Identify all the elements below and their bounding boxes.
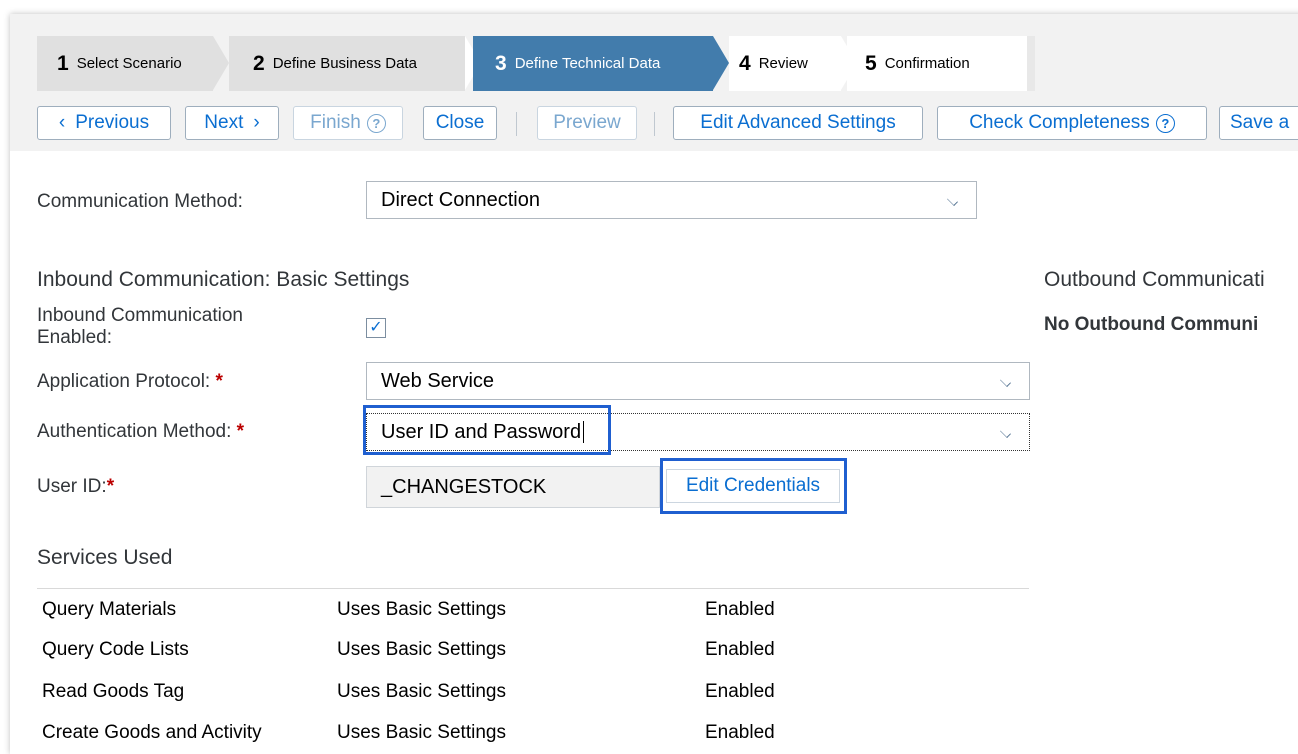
finish-label: Finish (310, 112, 361, 133)
step-label: Confirmation (884, 55, 970, 72)
step-define-technical-data[interactable]: 3 Define Technical Data (473, 36, 713, 91)
step-separator (713, 36, 729, 90)
save-button[interactable]: Save a (1219, 106, 1298, 140)
step-number: 2 (253, 51, 265, 75)
step-label: Define Technical Data (514, 55, 661, 72)
step-confirmation[interactable]: 5 Confirmation (847, 36, 1027, 91)
service-name: Create Goods and Activity (42, 722, 262, 743)
required-indicator: * (215, 371, 223, 392)
inbound-enabled-label: Inbound Communication Enabled: (37, 305, 243, 349)
service-status: Enabled (705, 599, 775, 620)
required-indicator: * (106, 476, 115, 497)
service-settings: Uses Basic Settings (337, 681, 506, 702)
service-name: Query Code Lists (42, 639, 189, 660)
service-name: Read Goods Tag (42, 681, 185, 702)
chevron-down-icon (947, 195, 958, 206)
question-circle-icon: ? (366, 113, 386, 133)
service-settings: Uses Basic Settings (337, 639, 506, 660)
edit-advanced-settings-button[interactable]: Edit Advanced Settings (673, 106, 923, 140)
check-completeness-button[interactable]: Check Completeness ? (937, 106, 1207, 140)
close-button[interactable]: Close (423, 106, 497, 140)
step-label: Define Business Data (272, 55, 417, 72)
service-settings: Uses Basic Settings (337, 599, 506, 620)
step-select-scenario[interactable]: 1 Select Scenario (37, 36, 213, 91)
next-label: Next (204, 112, 244, 133)
services-section-title: Services Used (37, 546, 173, 569)
user-id-label-text: User ID: (37, 476, 107, 497)
communication-method-value: Direct Connection (381, 188, 540, 211)
authentication-method-label: Authentication Method: * (37, 421, 244, 443)
user-id-value: _CHANGESTOCK (381, 475, 547, 498)
check-completeness-label: Check Completeness (969, 112, 1150, 133)
user-id-label: User ID:* (37, 476, 114, 498)
communication-method-label: Communication Method: (37, 191, 243, 212)
step-review[interactable]: 4 Review (729, 36, 841, 91)
chevron-right-icon: › (253, 112, 260, 133)
step-number: 3 (495, 51, 507, 75)
service-status: Enabled (705, 639, 775, 660)
checkmark-icon: ✓ (369, 319, 383, 336)
communication-method-select[interactable]: Direct Connection (366, 181, 977, 219)
user-id-field: _CHANGESTOCK (366, 466, 660, 508)
step-number: 4 (739, 51, 751, 75)
inbound-enabled-label-line2: Enabled: (37, 327, 113, 348)
close-label: Close (435, 112, 485, 133)
step-label: Review (758, 55, 808, 72)
services-table: Query Materials Uses Basic Settings Enab… (37, 588, 1029, 749)
chevron-left-icon: ‹ (58, 112, 66, 133)
step-number: 1 (57, 51, 69, 75)
application-protocol-label: Application Protocol: * (37, 371, 223, 393)
inbound-enabled-checkbox[interactable]: ✓ (366, 318, 386, 338)
inbound-section-title: Inbound Communication: Basic Settings (37, 268, 410, 291)
previous-label: Previous (75, 112, 150, 133)
previous-button[interactable]: ‹ Previous (37, 106, 171, 140)
inbound-enabled-label-line1: Inbound Communication (37, 305, 243, 326)
chevron-down-icon (1000, 427, 1011, 438)
required-indicator: * (236, 421, 245, 442)
step-number: 5 (865, 51, 877, 75)
preview-label: Preview (553, 112, 621, 133)
service-status: Enabled (705, 681, 775, 702)
application-protocol-value: Web Service (381, 369, 495, 392)
steps-tail (1027, 36, 1035, 91)
step-label: Select Scenario (76, 55, 182, 72)
toolbar-separator (516, 112, 517, 136)
finish-button[interactable]: Finish ? (293, 106, 403, 140)
outbound-message: No Outbound Communi (1044, 314, 1259, 335)
application-protocol-label-text: Application Protocol: (37, 371, 211, 392)
wizard-steps: 1 Select Scenario 2 Define Business Data… (37, 36, 1035, 91)
highlight-box (660, 458, 847, 514)
service-name: Query Materials (42, 599, 177, 620)
authentication-method-label-text: Authentication Method: (37, 421, 232, 442)
next-button[interactable]: Next › (185, 106, 279, 140)
toolbar-separator (654, 112, 655, 136)
edit-advanced-label: Edit Advanced Settings (700, 112, 896, 133)
outbound-section-title: Outbound Communicati (1044, 268, 1265, 291)
chevron-down-icon (1000, 376, 1011, 387)
application-protocol-select[interactable]: Web Service (366, 362, 1030, 400)
step-separator (213, 36, 229, 90)
question-circle-icon: ? (1155, 113, 1175, 133)
toolbar: ‹ Previous Next › Finish ? Close Preview… (37, 106, 1298, 142)
service-settings: Uses Basic Settings (337, 722, 506, 743)
save-label: Save a (1230, 112, 1290, 133)
highlight-box (363, 405, 611, 455)
preview-button[interactable]: Preview (537, 106, 637, 140)
service-status: Enabled (705, 722, 775, 743)
step-define-business-data[interactable]: 2 Define Business Data (229, 36, 465, 91)
